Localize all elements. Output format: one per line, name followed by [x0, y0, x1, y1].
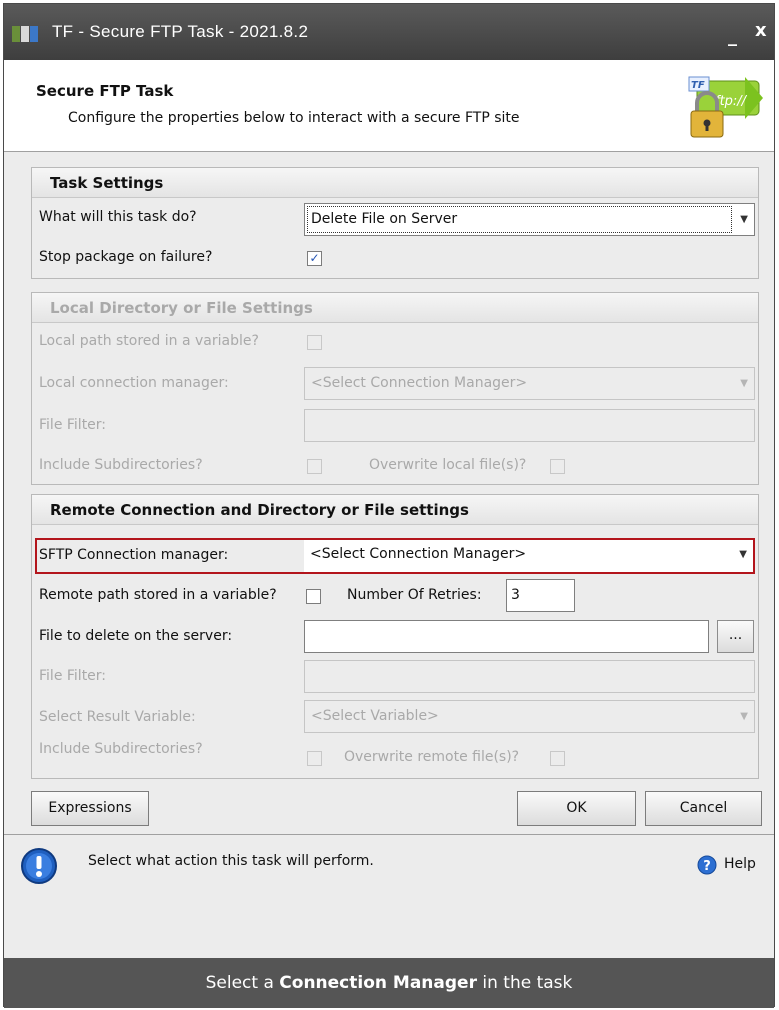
header-title: Secure FTP Task [36, 82, 174, 100]
close-button[interactable]: x [755, 20, 767, 41]
overwrite-remote-checkbox[interactable] [550, 751, 565, 766]
result-variable-label: Select Result Variable: [39, 709, 196, 725]
task-action-label: What will this task do? [39, 209, 197, 225]
remote-subdirs-checkbox[interactable] [307, 751, 322, 766]
expressions-button[interactable]: Expressions [31, 791, 149, 826]
local-settings-panel: Local Directory or File Settings Local p… [31, 292, 759, 485]
result-variable-select[interactable]: <Select Variable> ▼ [304, 700, 755, 733]
remote-file-filter-label: File Filter: [39, 668, 107, 684]
local-connection-value: <Select Connection Manager> [311, 375, 528, 391]
overwrite-remote-label: Overwrite remote file(s)? [344, 749, 520, 765]
overwrite-local-checkbox[interactable] [550, 459, 565, 474]
retries-value: 3 [511, 587, 520, 603]
svg-text:TF: TF [691, 80, 705, 91]
stop-on-failure-label: Stop package on failure? [39, 249, 213, 265]
help-link[interactable]: Help [724, 856, 756, 872]
overwrite-local-label: Overwrite local file(s)? [369, 457, 527, 473]
status-bar: Select what action this task will perfor… [4, 834, 774, 958]
help-icon[interactable]: ? [697, 855, 717, 875]
sftp-connection-value: <Select Connection Manager> [310, 546, 527, 562]
sftp-connection-select[interactable]: <Select Connection Manager> ▼ [304, 540, 753, 572]
sftp-task-window: TF - Secure FTP Task - 2021.8.2 _ x Secu… [3, 3, 775, 1008]
status-message: Select what action this task will perfor… [88, 853, 374, 869]
delete-file-label: File to delete on the server: [39, 628, 233, 644]
remote-subdirs-label: Include Subdirectories? [39, 741, 203, 757]
dialog-header: Secure FTP Task Configure the properties… [4, 60, 774, 152]
remote-settings-panel: Remote Connection and Directory or File … [31, 494, 759, 779]
sftp-connection-label: SFTP Connection manager: [39, 547, 229, 563]
chevron-down-icon[interactable]: ▼ [740, 711, 748, 722]
app-icon [12, 26, 38, 42]
caption-prefix: Select a [205, 973, 280, 993]
header-subtitle: Configure the properties below to intera… [68, 110, 520, 126]
svg-text:ftp://: ftp:// [715, 94, 748, 109]
info-icon [21, 848, 57, 884]
remote-file-filter-input[interactable] [304, 660, 755, 693]
task-settings-heading: Task Settings [32, 168, 758, 198]
local-path-variable-label: Local path stored in a variable? [39, 333, 259, 349]
local-file-filter-input[interactable] [304, 409, 755, 442]
secure-ftp-logo-icon: TF ftp:// [688, 76, 763, 138]
tutorial-caption: Select a Connection Manager in the task [4, 958, 774, 1008]
chevron-down-icon[interactable]: ▼ [740, 378, 748, 389]
stop-on-failure-checkbox[interactable]: ✓ [307, 251, 322, 266]
cancel-button[interactable]: Cancel [645, 791, 762, 826]
task-action-select[interactable]: Delete File on Server ▼ [304, 203, 755, 236]
chevron-down-icon[interactable]: ▼ [740, 214, 748, 225]
task-settings-panel: Task Settings What will this task do? De… [31, 167, 759, 279]
local-subdirs-label: Include Subdirectories? [39, 457, 203, 473]
result-variable-value: <Select Variable> [311, 708, 439, 724]
retries-label: Number Of Retries: [347, 587, 482, 603]
chevron-down-icon[interactable]: ▼ [739, 549, 747, 560]
task-action-value: Delete File on Server [311, 211, 458, 227]
delete-file-input[interactable] [304, 620, 709, 653]
retries-input[interactable]: 3 [506, 579, 575, 612]
remote-path-variable-checkbox[interactable] [306, 589, 321, 604]
local-connection-select[interactable]: <Select Connection Manager> ▼ [304, 367, 755, 400]
svg-text:?: ? [703, 859, 711, 874]
browse-button[interactable]: ... [717, 620, 754, 653]
remote-settings-heading: Remote Connection and Directory or File … [32, 495, 758, 525]
local-file-filter-label: File Filter: [39, 417, 107, 433]
ok-button[interactable]: OK [517, 791, 636, 826]
window-title: TF - Secure FTP Task - 2021.8.2 [52, 22, 309, 41]
caption-bold: Connection Manager [279, 973, 477, 993]
caption-suffix: in the task [476, 973, 573, 993]
local-path-variable-checkbox[interactable] [307, 335, 322, 350]
local-subdirs-checkbox[interactable] [307, 459, 322, 474]
minimize-button[interactable]: _ [728, 26, 737, 47]
title-bar[interactable]: TF - Secure FTP Task - 2021.8.2 _ x [4, 4, 774, 60]
local-connection-label: Local connection manager: [39, 375, 229, 391]
local-settings-heading: Local Directory or File Settings [32, 293, 758, 323]
remote-path-variable-label: Remote path stored in a variable? [39, 587, 277, 603]
